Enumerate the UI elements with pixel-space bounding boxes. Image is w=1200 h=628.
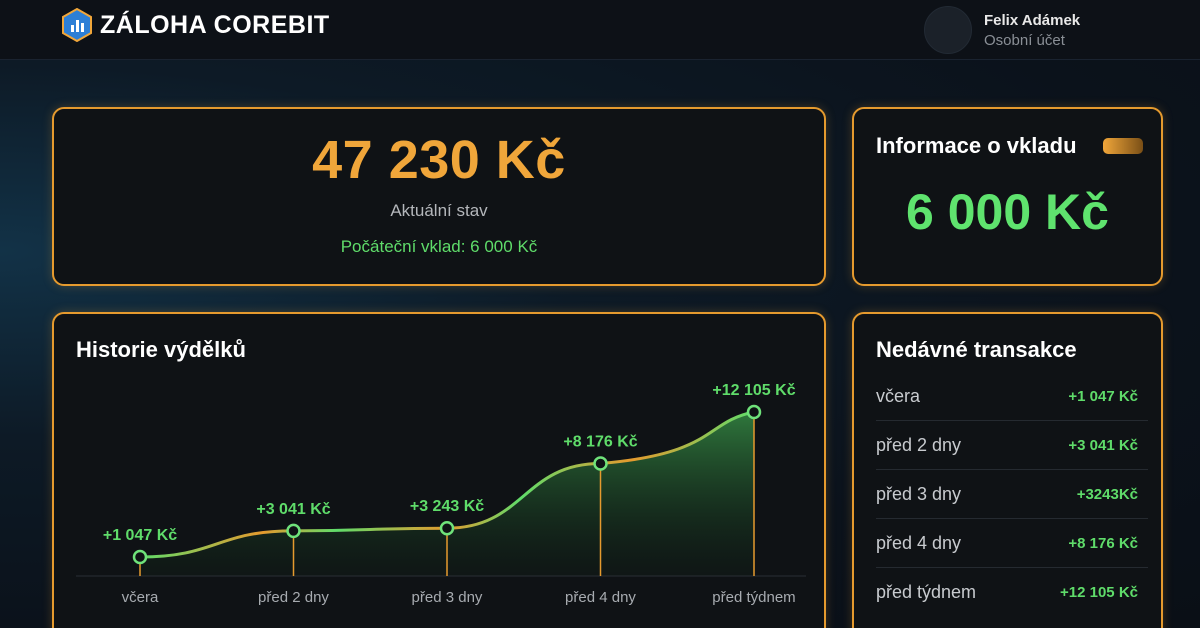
transaction-amount: +8 176 Kč [1068,534,1138,552]
current-balance-value: 47 230 Kč [312,130,566,190]
transaction-row[interactable]: před 2 dny +3 041 Kč [876,421,1148,470]
x-tick-label: před 3 dny [412,589,483,606]
transaction-row[interactable]: před 4 dny +8 176 Kč [876,519,1148,568]
transaction-row[interactable]: před 3 dny +3243Kč [876,470,1148,519]
x-tick-label: před týdnem [712,589,795,606]
data-label: +8 176 Kč [563,434,637,451]
hexagon-chart-icon [62,8,92,42]
data-label: +1 047 Kč [103,527,177,544]
avatar[interactable] [924,6,972,54]
user-menu[interactable]: Felix Adámek Osobní účet [924,0,1080,60]
initial-deposit-text: Počáteční vklad: 6 000 Kč [340,237,538,256]
data-label: +12 105 Kč [712,382,795,399]
recent-transactions-title: Nedávné transakce [876,337,1077,362]
transaction-row[interactable]: před týdnem +12 105 Kč [876,568,1148,617]
user-name: Felix Adámek [984,11,1081,29]
transaction-date: před 3 dny [876,483,962,504]
brand-logo[interactable]: ZÁLOHA COREBIT [62,8,330,42]
transaction-amount: +3 041 Kč [1068,436,1138,454]
transaction-date: včera [876,385,921,406]
deposit-value: 6 000 Kč [906,184,1109,240]
transaction-date: před týdnem [876,582,977,602]
x-tick-label: před 2 dny [258,589,329,606]
deposit-info-card: Informace o vkladu 6 000 Kč [852,107,1163,286]
deposit-info-title: Informace o vkladu [876,133,1077,158]
data-point[interactable] [286,523,301,539]
data-point[interactable] [746,404,762,420]
data-point[interactable] [439,520,455,536]
accent-pill [1103,138,1143,154]
transaction-date: před 2 dny [876,434,962,455]
transaction-amount: +12 105 Kč [1060,584,1138,601]
data-point[interactable] [593,456,608,471]
recent-transactions-card: Nedávné transakce včera +1 047 Kč před 2… [852,312,1163,628]
transaction-amount: +1 047 Kč [1068,387,1138,405]
balance-card: 47 230 Kč Aktuální stav Počáteční vklad:… [52,107,826,286]
brand-name: ZÁLOHA COREBIT [100,10,330,39]
transaction-amount: +3243Kč [1076,485,1138,503]
transaction-list: včera +1 047 Kč před 2 dny +3 041 Kč pře… [876,372,1148,617]
x-tick-label: před 4 dny [565,589,636,606]
account-type: Osobní účet [984,31,1065,49]
earnings-history-card: Historie výdělků +1 047 Kč včera +3 041 Kč… [52,312,826,628]
x-tick-label: včera [122,589,159,606]
earnings-chart: +1 047 Kč včera +3 041 Kč před 2 dny +3 243 … [76,382,806,606]
transaction-date: před 4 dny [876,532,962,553]
top-bar: ZÁLOHA COREBIT Felix Adámek Osobní účet [0,0,1200,60]
data-label: +3 041 Kč [256,501,330,518]
transaction-row[interactable]: včera +1 047 Kč [876,372,1148,421]
data-label: +3 243 Kč [410,498,484,515]
current-balance-label: Aktuální stav [390,201,488,220]
data-point[interactable] [132,549,148,565]
